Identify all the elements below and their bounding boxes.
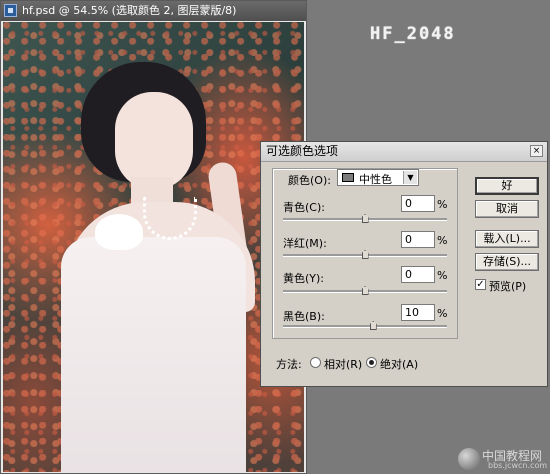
preview-label: 预览(P)	[489, 280, 527, 293]
watermark-logo: HF_2048	[370, 24, 456, 44]
method-relative-radio[interactable]	[310, 357, 321, 368]
colors-select-value: 中性色	[359, 173, 392, 186]
black-label: 黑色(B):	[283, 310, 325, 323]
load-button[interactable]: 载入(L)...	[475, 230, 539, 248]
canvas-photo[interactable]	[3, 22, 304, 472]
dialog-title: 可选颜色选项	[266, 144, 339, 158]
site-logo: 中国教程网 bbs.jcwcn.com	[458, 446, 548, 472]
cyan-input[interactable]: 0	[401, 195, 435, 212]
chevron-down-icon[interactable]: ▼	[403, 171, 417, 184]
method-relative-label: 相对(R)	[324, 358, 363, 371]
photo-face	[115, 92, 193, 190]
save-button[interactable]: 存储(S)...	[475, 253, 539, 271]
yellow-input[interactable]: 0	[401, 266, 435, 283]
magenta-unit: %	[437, 234, 448, 247]
cyan-unit: %	[437, 198, 448, 211]
cyan-label: 青色(C):	[283, 201, 325, 214]
method-label: 方法:	[276, 358, 302, 371]
checkmark-icon: ✓	[476, 279, 485, 290]
yellow-unit: %	[437, 269, 448, 282]
magenta-label: 洋红(M):	[283, 237, 327, 250]
yellow-label: 黄色(Y):	[283, 272, 325, 285]
preview-checkbox[interactable]: ✓	[475, 279, 486, 290]
ok-button[interactable]: 好	[475, 177, 539, 195]
document-title: hf.psd @ 54.5% (选取颜色 2, 图层蒙版/8)	[22, 4, 237, 17]
magenta-input[interactable]: 0	[401, 231, 435, 248]
cancel-button[interactable]: 取消	[475, 200, 539, 218]
black-input[interactable]: 10	[401, 304, 435, 321]
colors-label: 颜色(O):	[288, 174, 331, 187]
photo-dress	[61, 237, 246, 472]
globe-icon	[458, 448, 480, 470]
close-icon[interactable]: ×	[530, 145, 543, 157]
method-absolute-radio[interactable]	[366, 357, 377, 368]
colors-select[interactable]: 中性色 ▼	[337, 169, 419, 186]
neutral-swatch-icon	[342, 173, 354, 182]
document-title-bar[interactable]: hf.psd @ 54.5% (选取颜色 2, 图层蒙版/8)	[1, 1, 306, 21]
black-slider-track[interactable]	[283, 325, 447, 328]
site-logo-url: bbs.jcwcn.com	[488, 461, 548, 470]
method-absolute-label: 绝对(A)	[380, 358, 419, 371]
selective-color-dialog: 可选颜色选项 × 颜色(O): 中性色 ▼ 青色(C): 0 % 洋红(M): …	[260, 141, 548, 387]
photo-bow	[95, 214, 143, 250]
dialog-title-bar[interactable]: 可选颜色选项 ×	[261, 142, 547, 162]
black-unit: %	[437, 307, 448, 320]
photoshop-document-icon	[4, 4, 17, 17]
